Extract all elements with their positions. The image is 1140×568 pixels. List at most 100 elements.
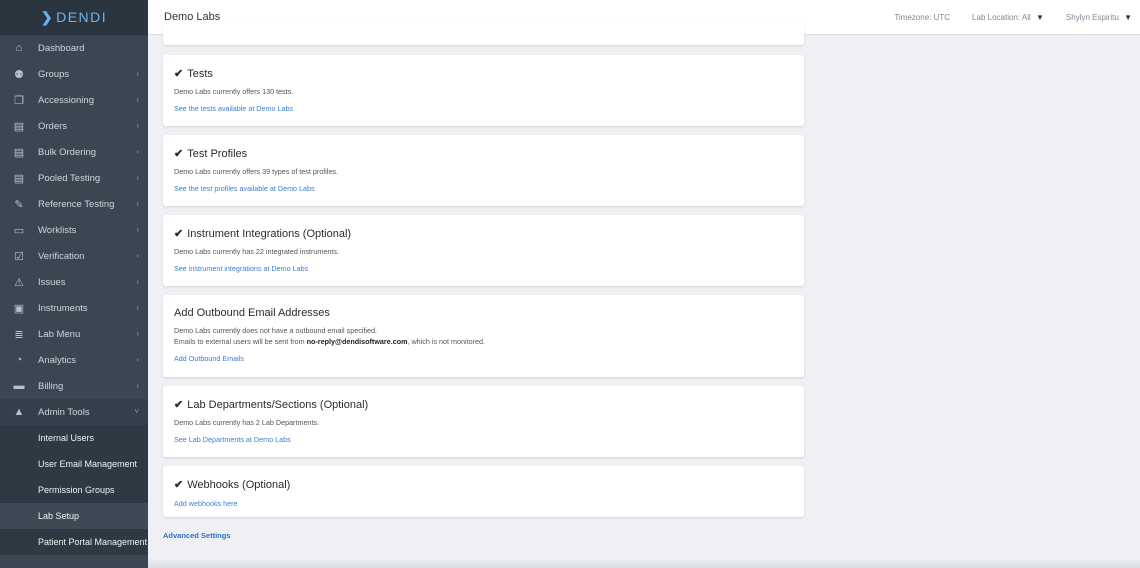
chevron-left-icon: ‹ bbox=[136, 173, 139, 182]
chevron-down-icon: ▼ bbox=[1124, 13, 1132, 22]
chevron-left-icon: ‹ bbox=[136, 329, 139, 338]
sidebar-item-label: Issues bbox=[38, 276, 66, 288]
sidebar-item-lab-menu[interactable]: ≣ Lab Menu ‹ bbox=[0, 321, 148, 347]
card-tests: ✔ Tests Demo Labs currently offers 130 te… bbox=[163, 55, 804, 126]
card-description: Demo Labs currently offers 39 types of t… bbox=[174, 167, 339, 176]
advanced-settings-link[interactable]: Advanced Settings bbox=[163, 531, 231, 540]
main-content: ✔ Tests Demo Labs currently offers 130 te… bbox=[148, 21, 1140, 568]
card-outbound-email: Add Outbound Email Addresses Demo Labs c… bbox=[163, 295, 804, 377]
submenu-item-lab-setup[interactable]: Lab Setup bbox=[0, 503, 148, 529]
check-icon: ✔ bbox=[174, 479, 184, 491]
user-name: Shylyn Espiritu bbox=[1065, 13, 1119, 22]
submenu-item-internal-users[interactable]: Internal Users bbox=[0, 425, 148, 451]
sidebar-item-groups[interactable]: ⚉ Groups ‹ bbox=[0, 61, 148, 87]
card-title: Webhooks (Optional) bbox=[187, 478, 291, 491]
billing-icon: ▬ bbox=[13, 380, 25, 392]
card-instrument-integrations: ✔ Instrument Integrations (Optional) Demo… bbox=[163, 215, 804, 286]
sidebar-item-label: Pooled Testing bbox=[38, 172, 101, 184]
add-outbound-emails-link[interactable]: Add Outbound Emails bbox=[174, 354, 244, 363]
submenu-item-permission-groups[interactable]: Permission Groups bbox=[0, 477, 148, 503]
submenu-item-patient-portal-management[interactable]: Patient Portal Management bbox=[0, 529, 148, 555]
sidebar-item-label: Admin Tools bbox=[38, 406, 90, 418]
sidebar-item-admin-tools[interactable]: ▲ Admin Tools ˅ bbox=[0, 399, 148, 425]
check-icon: ✔ bbox=[174, 399, 184, 411]
timezone-label: Timezone: UTC bbox=[894, 13, 951, 22]
sidebar-item-instruments[interactable]: ▣ Instruments ‹ bbox=[0, 295, 148, 321]
check-icon: ✔ bbox=[174, 228, 184, 240]
sidebar-item-label: Bulk Ordering bbox=[38, 146, 97, 158]
test-profiles-link[interactable]: See the test profiles available at Demo … bbox=[174, 184, 315, 193]
check-icon: ✔ bbox=[174, 148, 184, 160]
chevron-down-icon: ˅ bbox=[134, 407, 139, 416]
home-icon: ⌂ bbox=[15, 42, 23, 54]
sidebar-item-label: Accessioning bbox=[38, 94, 94, 106]
analytics-icon: ◔ bbox=[15, 354, 23, 366]
sidebar-item-billing[interactable]: ▬ Billing ‹ bbox=[0, 373, 148, 399]
sidebar-item-verification[interactable]: ☑ Verification ‹ bbox=[0, 243, 148, 269]
card-lab-departments: ✔ Lab Departments/Sections (Optional) Dem… bbox=[163, 386, 804, 457]
card-description-line2: Emails to external users will be sent fr… bbox=[174, 336, 793, 347]
add-webhooks-link[interactable]: Add webhooks here bbox=[174, 499, 238, 508]
orders-icon: ▤ bbox=[13, 120, 25, 133]
sidebar-item-label: Groups bbox=[38, 68, 70, 80]
dendi-logo-mark: ❯ bbox=[40, 8, 55, 25]
chevron-left-icon: ‹ bbox=[136, 381, 139, 390]
user-menu[interactable]: Shylyn Espiritu ▼ bbox=[1066, 13, 1132, 22]
chevron-left-icon: ‹ bbox=[136, 199, 139, 208]
sidebar-item-label: Worklists bbox=[38, 224, 77, 236]
brand-logo[interactable]: ❯ DENDI bbox=[0, 0, 148, 35]
card-previous-partial bbox=[163, 21, 804, 45]
sidebar-item-issues[interactable]: ⚠ Issues ‹ bbox=[0, 269, 148, 295]
chevron-left-icon: ‹ bbox=[136, 225, 139, 234]
email-note-suffix: , which is not monitored. bbox=[407, 337, 486, 346]
sidebar-item-orders[interactable]: ▤ Orders ‹ bbox=[0, 113, 148, 139]
card-title: Instrument Integrations (Optional) bbox=[187, 227, 352, 240]
sidebar-item-accessioning[interactable]: ❐ Accessioning ‹ bbox=[0, 87, 148, 113]
sidebar-item-analytics[interactable]: ◔ Analytics ‹ bbox=[0, 347, 148, 373]
card-description: Demo Labs currently offers 130 tests. bbox=[174, 87, 294, 96]
check-icon: ✔ bbox=[174, 68, 184, 80]
sidebar-item-label: Reference Testing bbox=[38, 198, 115, 210]
lab-location-selector[interactable]: Lab Location: All ▼ bbox=[972, 13, 1044, 22]
sidebar-item-label: Orders bbox=[38, 120, 68, 132]
sidebar-item-label: Instruments bbox=[38, 302, 88, 314]
sidebar-nav: ⌂ Dashboard ⚉ Groups ‹ ❐ Accessioning ‹ ▤ Orders ‹… bbox=[0, 35, 148, 425]
verify-icon: ☑ bbox=[14, 250, 24, 263]
edit-icon: ✎ bbox=[14, 198, 24, 211]
card-description: Demo Labs currently has 2 Lab Department… bbox=[174, 418, 320, 427]
card-webhooks: ✔ Webhooks (Optional) Add webhooks here bbox=[163, 466, 804, 517]
instrument-icon: ▣ bbox=[13, 302, 25, 315]
lab-departments-link[interactable]: See Lab Departments at Demo Labs bbox=[174, 435, 291, 444]
warning-icon: ⚠ bbox=[14, 276, 24, 289]
chevron-left-icon: ‹ bbox=[136, 303, 139, 312]
card-title: Test Profiles bbox=[187, 147, 248, 160]
admin-tools-submenu: Internal Users User Email Management Permi… bbox=[0, 425, 148, 555]
sidebar-item-reference-testing[interactable]: ✎ Reference Testing ‹ bbox=[0, 191, 148, 217]
email-note-prefix: Emails to external users will be sent fr… bbox=[174, 337, 307, 346]
sidebar-item-pooled-testing[interactable]: ▤ Pooled Testing ‹ bbox=[0, 165, 148, 191]
chevron-left-icon: ‹ bbox=[136, 121, 139, 130]
chevron-down-icon: ▼ bbox=[1036, 13, 1044, 22]
submenu-item-user-email-management[interactable]: User Email Management bbox=[0, 451, 148, 477]
chevron-left-icon: ‹ bbox=[136, 355, 139, 364]
lock-icon: ▲ bbox=[13, 406, 25, 418]
lab-menu-icon: ≣ bbox=[14, 328, 24, 341]
instrument-integrations-link[interactable]: See instrument integrations at Demo Labs bbox=[174, 264, 308, 273]
sidebar-item-label: Verification bbox=[38, 250, 85, 262]
bottom-shade bbox=[148, 558, 1140, 568]
sidebar-item-label: Lab Menu bbox=[38, 328, 81, 340]
sidebar-item-bulk-ordering[interactable]: ▤ Bulk Ordering ‹ bbox=[0, 139, 148, 165]
card-test-profiles: ✔ Test Profiles Demo Labs currently offer… bbox=[163, 135, 804, 206]
sidebar-item-worklists[interactable]: ▭ Worklists ‹ bbox=[0, 217, 148, 243]
card-description: Demo Labs currently does not have a outb… bbox=[174, 326, 377, 335]
chevron-left-icon: ‹ bbox=[136, 251, 139, 260]
card-title: Lab Departments/Sections (Optional) bbox=[187, 398, 369, 411]
chevron-left-icon: ‹ bbox=[136, 147, 139, 156]
card-title: Add Outbound Email Addresses bbox=[174, 307, 330, 319]
no-reply-email: no-reply@dendisoftware.com bbox=[306, 337, 408, 346]
card-title: Tests bbox=[187, 67, 213, 80]
lab-location-value: All bbox=[1021, 13, 1031, 22]
sidebar-item-dashboard[interactable]: ⌂ Dashboard bbox=[0, 35, 148, 61]
lab-location-label: Lab Location: bbox=[972, 13, 1021, 22]
tests-link[interactable]: See the tests available at Demo Labs bbox=[174, 104, 293, 113]
